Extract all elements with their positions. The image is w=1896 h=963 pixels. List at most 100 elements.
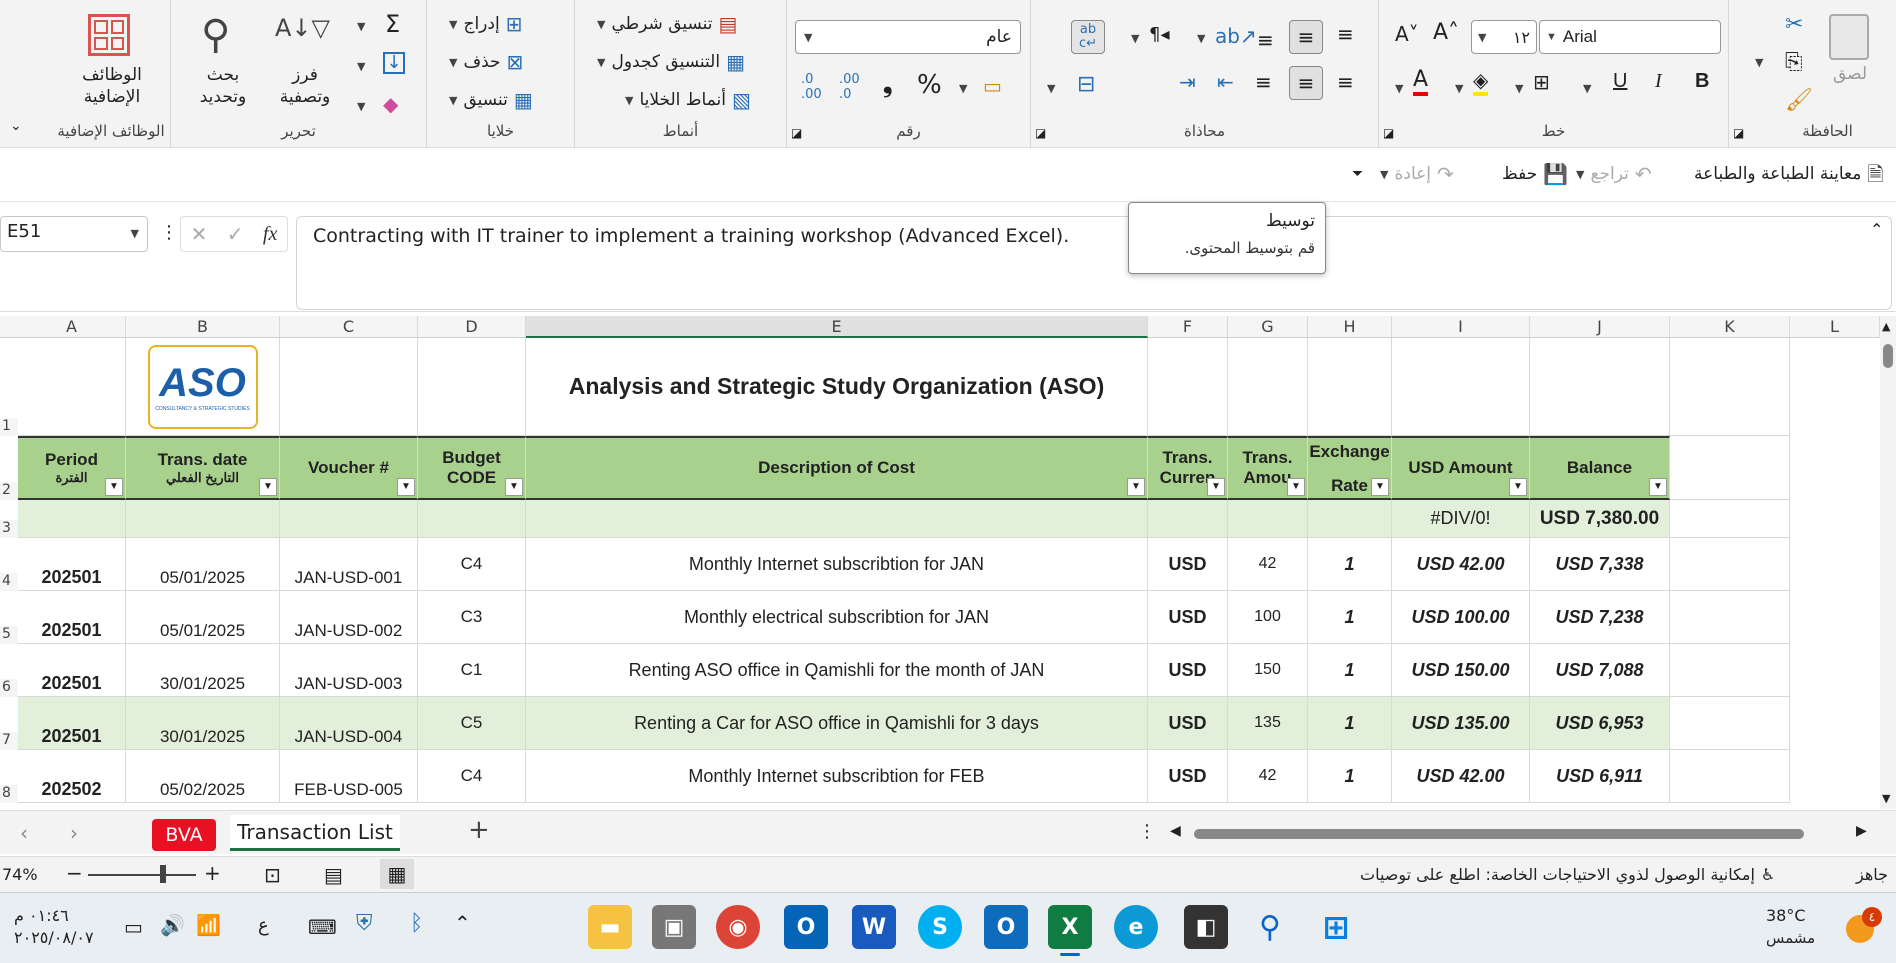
- cell-empty[interactable]: [1670, 500, 1790, 538]
- cell-usd-amount[interactable]: USD 150.00: [1392, 644, 1530, 697]
- bluetooth-icon[interactable]: ᛒ: [410, 911, 423, 936]
- filter-dropdown-icon[interactable]: ▼: [1371, 478, 1389, 496]
- undo-button[interactable]: ▼ تراجع ↶: [1576, 164, 1652, 184]
- filter-dropdown-icon[interactable]: ▼: [105, 478, 123, 496]
- cell-description[interactable]: Monthly electrical subscribtion for JAN: [526, 591, 1148, 644]
- row-header[interactable]: 2: [0, 482, 18, 500]
- cell-empty[interactable]: [18, 338, 126, 436]
- cell-budget-code[interactable]: C1: [418, 644, 526, 697]
- filter-dropdown-icon[interactable]: ▼: [505, 478, 523, 496]
- cell-currency[interactable]: USD: [1148, 538, 1228, 591]
- wrap-text-icon[interactable]: ab c↵: [1071, 20, 1105, 54]
- app-icon[interactable]: ◧: [1184, 905, 1228, 949]
- cell-budget-code[interactable]: C4: [418, 538, 526, 591]
- align-left-icon[interactable]: ≡: [1255, 70, 1272, 94]
- cell-period[interactable]: 202501: [18, 644, 126, 697]
- cell-period[interactable]: 202501: [18, 591, 126, 644]
- cell-total-empty[interactable]: [126, 500, 280, 538]
- cell-usd-amount[interactable]: USD 42.00: [1392, 750, 1530, 803]
- cell-usd-amount[interactable]: USD 100.00: [1392, 591, 1530, 644]
- clock[interactable]: ٠١:٤٦ م ٢٠٢٥/٠٨/٠٧: [14, 905, 94, 949]
- cell-voucher[interactable]: JAN-USD-004: [280, 697, 418, 750]
- redo-button[interactable]: ▼ إعادة ↷: [1380, 164, 1454, 184]
- cell-budget-code[interactable]: C3: [418, 591, 526, 644]
- cell-period[interactable]: 202501: [18, 697, 126, 750]
- borders-dropdown-icon[interactable]: ▼: [1515, 82, 1523, 95]
- cancel-icon[interactable]: ✕: [191, 222, 208, 246]
- increase-indent-icon[interactable]: ⇥: [1179, 70, 1196, 94]
- cell-trans-date[interactable]: 30/01/2025: [126, 644, 280, 697]
- cell-empty[interactable]: [1670, 750, 1790, 803]
- security-icon[interactable]: ⛨: [356, 911, 373, 936]
- logo-cell[interactable]: ASO CONSULTANCY & STRATEGIC STUDIES: [126, 338, 280, 436]
- cell-budget-code[interactable]: C5: [418, 697, 526, 750]
- scanner-app-icon[interactable]: ▣: [652, 905, 696, 949]
- prev-sheet-icon[interactable]: ‹: [20, 821, 28, 845]
- zoom-out-button[interactable]: −: [66, 861, 83, 885]
- sheet-tab-bva[interactable]: BVA: [152, 819, 216, 851]
- cell-empty[interactable]: [1148, 338, 1228, 436]
- header-trans-date[interactable]: Trans. date التاريخ الفعلي ▼: [126, 436, 280, 500]
- filter-dropdown-icon[interactable]: ▼: [1649, 478, 1667, 496]
- save-button[interactable]: حفظ 💾: [1502, 164, 1568, 184]
- cell-empty[interactable]: [1670, 538, 1790, 591]
- cell-balance[interactable]: USD 6,911: [1530, 750, 1670, 803]
- column-header[interactable]: I: [1392, 316, 1530, 338]
- decrease-indent-icon[interactable]: ⇤: [1217, 70, 1234, 94]
- fill-dropdown-icon[interactable]: ▼: [357, 60, 365, 73]
- filter-dropdown-icon[interactable]: ▼: [1287, 478, 1305, 496]
- sheet-title[interactable]: Analysis and Strategic Study Organizatio…: [526, 338, 1148, 436]
- scroll-left-icon[interactable]: ◀: [1170, 823, 1181, 839]
- cell-total-empty[interactable]: [526, 500, 1148, 538]
- cell-empty[interactable]: [1670, 591, 1790, 644]
- column-header[interactable]: C: [280, 316, 418, 338]
- cell-empty[interactable]: [418, 338, 526, 436]
- column-header[interactable]: E: [526, 316, 1148, 338]
- column-header[interactable]: L: [1790, 316, 1880, 338]
- conditional-format-button[interactable]: ▼ تنسيق شرطي ▤: [597, 14, 737, 34]
- column-header[interactable]: F: [1148, 316, 1228, 338]
- sort-filter-icon[interactable]: A↓▽: [275, 14, 330, 42]
- cell-empty[interactable]: [1670, 436, 1790, 500]
- horizontal-scrollbar[interactable]: ◀ ▶: [1170, 823, 1870, 843]
- battery-icon[interactable]: ▭: [124, 915, 143, 939]
- cell-description[interactable]: Monthly Internet subscribtion for FEB: [526, 750, 1148, 803]
- cell-usd-amount[interactable]: USD 42.00: [1392, 538, 1530, 591]
- header-voucher[interactable]: Voucher # ▼: [280, 436, 418, 500]
- cell-rate[interactable]: 1: [1308, 538, 1392, 591]
- tray-expand-icon[interactable]: ⌃: [454, 911, 471, 935]
- print-preview-button[interactable]: معاينة الطباعة والطباعة 🗎: [1694, 164, 1883, 184]
- fill-icon[interactable]: ↓: [383, 52, 405, 74]
- keyboard-icon[interactable]: ⌨: [308, 915, 337, 939]
- file-explorer-icon[interactable]: ▬: [588, 905, 632, 949]
- increase-decimal-icon[interactable]: .00.0: [839, 72, 860, 102]
- row-header[interactable]: 6: [0, 679, 18, 697]
- header-description[interactable]: Description of Cost ▼: [526, 436, 1148, 500]
- enter-icon[interactable]: ✓: [227, 222, 244, 246]
- row-header[interactable]: 8: [0, 785, 18, 803]
- cell-amount[interactable]: 150: [1228, 644, 1308, 697]
- header-usd-amount[interactable]: USD Amount ▼: [1392, 436, 1530, 500]
- cell-empty[interactable]: [1392, 338, 1530, 436]
- cell-total-empty[interactable]: [1228, 500, 1308, 538]
- fill-color-icon[interactable]: ◈: [1473, 68, 1489, 96]
- cell-voucher[interactable]: JAN-USD-002: [280, 591, 418, 644]
- excel-icon[interactable]: X: [1048, 905, 1092, 949]
- find-select-button[interactable]: بحث وتحديد: [193, 64, 253, 108]
- header-budget-code[interactable]: Budget CODE ▼: [418, 436, 526, 500]
- cell-amount[interactable]: 42: [1228, 538, 1308, 591]
- scroll-right-icon[interactable]: ▶: [1856, 823, 1867, 839]
- collapse-formula-icon[interactable]: ⌃: [1870, 220, 1883, 239]
- underline-dropdown-icon[interactable]: ▼: [1583, 82, 1591, 95]
- cell-balance[interactable]: USD 6,953: [1530, 697, 1670, 750]
- row-header[interactable]: 1: [0, 418, 18, 436]
- formula-input[interactable]: Contracting with IT trainer to implement…: [296, 216, 1892, 310]
- orientation-dropdown-icon[interactable]: ▼: [1197, 32, 1205, 45]
- cell-rate[interactable]: 1: [1308, 591, 1392, 644]
- cell-balance[interactable]: USD 7,338: [1530, 538, 1670, 591]
- start-icon[interactable]: ⊞: [1314, 905, 1358, 949]
- font-color-icon[interactable]: A: [1413, 68, 1429, 96]
- search-icon[interactable]: ⚲: [201, 12, 230, 58]
- cell-empty[interactable]: [1670, 338, 1790, 436]
- cell-rate[interactable]: 1: [1308, 697, 1392, 750]
